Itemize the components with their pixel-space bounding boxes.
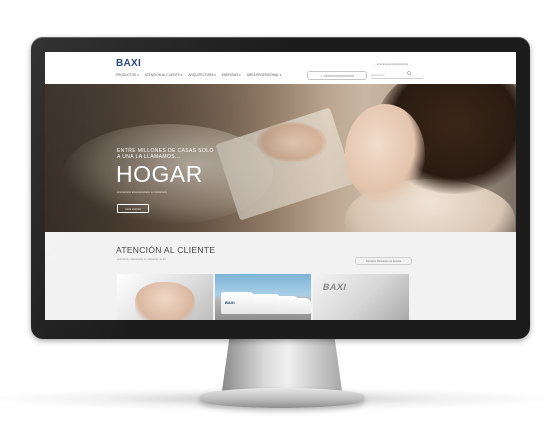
hero-subtitle: ENTRE MILLONES DE CASAS SOLO A UNA LA LL… [117, 148, 214, 160]
hero-button[interactable]: xxxx xxxxxx [117, 204, 149, 213]
search-icon[interactable] [407, 71, 412, 76]
support-card-hand[interactable] [117, 274, 213, 320]
nav-item-area-profesional[interactable]: ÁREA PROFESIONAL ▾ [247, 73, 281, 77]
nav-item-energias[interactable]: ENERGÍAS ▾ [222, 73, 241, 77]
nav-item-arquitectura[interactable]: ARQUITECTURA ▾ [188, 73, 215, 77]
monitor-stand-base [200, 388, 364, 408]
support-subtitle: xxxxxxxxx xxxxxxxxx xx xxxxxxxx xx xx [117, 257, 166, 261]
van-logo: BAXI [225, 300, 235, 305]
search-input[interactable]: xxxxxxxxx [371, 71, 423, 79]
baxi-logo[interactable]: BAXI [116, 58, 141, 69]
hero-title: HOGAR [116, 161, 203, 187]
main-nav: PRODUCTOS ▾ ATENCIÓN AL CLIENTE ▾ ARQUIT… [116, 73, 281, 77]
nav-item-atencion[interactable]: ATENCIÓN AL CLIENTE ▾ [145, 73, 183, 77]
monitor-stand-neck [222, 339, 342, 391]
nav-item-productos[interactable]: PRODUCTOS ▾ [116, 73, 139, 77]
hero-caption: xxxxxxxxxx xxxxxxxxxxxxx xx xxxxxxxxx [117, 190, 167, 194]
hero-overlay [45, 84, 516, 232]
header-cta-button[interactable]: ☺ XXXXXXXXXXXXXXX [307, 71, 367, 80]
building-sign: BAXI [321, 282, 348, 292]
support-card-vans[interactable]: BAXI [215, 274, 311, 320]
hero-banner: ENTRE MILLONES DE CASAS SOLO A UNA LA LL… [45, 84, 516, 232]
top-right-links[interactable]: ◦ · xxxxxxxxxxxxxxxxxxxxx [373, 62, 408, 66]
support-card-building[interactable]: BAXI [313, 274, 409, 320]
hero-subtitle-line2: A UNA LA LLAMAMOS... [117, 154, 181, 160]
hand-image [135, 282, 195, 320]
website-screen: BAXI PRODUCTOS ▾ ATENCIÓN AL CLIENTE ▾ A… [45, 52, 516, 320]
support-link-button[interactable]: Xxxxxxx Xxxxxxxx xx xxxxxx [355, 257, 412, 265]
support-title: ATENCIÓN AL CLIENTE [116, 245, 216, 255]
van-image [295, 298, 311, 314]
site-header: BAXI PRODUCTOS ▾ ATENCIÓN AL CLIENTE ▾ A… [45, 52, 516, 84]
